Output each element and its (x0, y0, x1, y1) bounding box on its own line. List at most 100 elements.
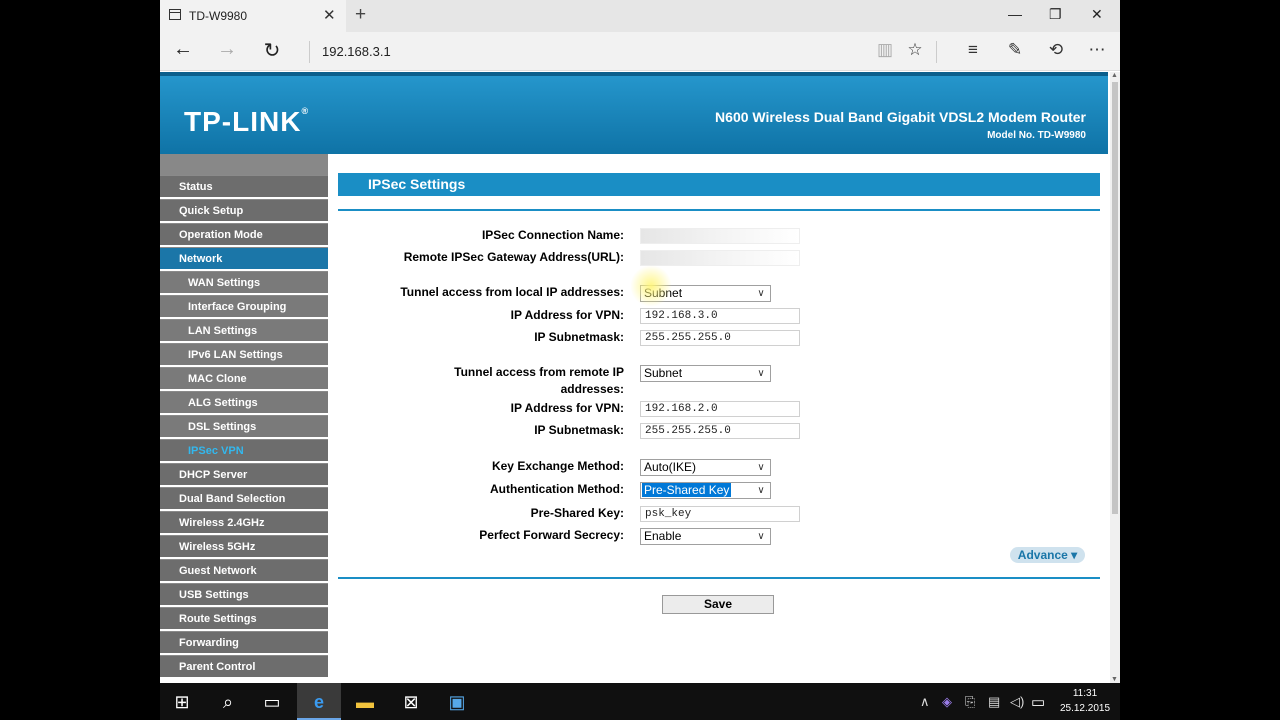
page-scrollbar[interactable]: ▲ ▼ (1110, 72, 1120, 683)
psk-row: Pre-Shared Key: psk_key (338, 506, 1100, 524)
sidebar-item-wireless-24ghz[interactable]: Wireless 2.4GHz (160, 511, 328, 533)
sidebar-item-guest-network[interactable]: Guest Network (160, 559, 328, 581)
local-ip-label: IP Address for VPN: (510, 308, 624, 322)
remote-ip-input[interactable]: 192.168.2.0 (640, 401, 800, 417)
pfs-label: Perfect Forward Secrecy: (479, 528, 624, 542)
tab-title: TD-W9980 (189, 9, 248, 23)
hub-icon[interactable]: ≡ (960, 40, 986, 60)
router-page: TP-LINK® N600 Wireless Dual Band Gigabit… (160, 72, 1110, 683)
key-exchange-select[interactable]: Auto(IKE) ∨ (640, 459, 771, 476)
forward-icon[interactable]: → (212, 38, 242, 61)
volume-icon[interactable]: ◁) (1010, 694, 1024, 710)
sidebar-item-quick-setup[interactable]: Quick Setup (160, 199, 328, 221)
local-access-row: Tunnel access from local IP addresses: S… (338, 285, 1100, 303)
separator (309, 41, 310, 63)
model-number: Model No. TD-W9980 (987, 130, 1086, 141)
pfs-select[interactable]: Enable ∨ (640, 528, 771, 545)
local-mask-input[interactable]: 255.255.255.0 (640, 330, 800, 346)
search-icon[interactable]: ⌕ (216, 690, 240, 714)
reading-view-icon[interactable]: ▥ (872, 40, 898, 60)
connection-name-row: IPSec Connection Name: (338, 228, 1100, 246)
sidebar-item-ipsec-vpn[interactable]: IPSec VPN (160, 439, 328, 461)
psk-input[interactable]: psk_key (640, 506, 800, 522)
close-tab-icon[interactable]: ✕ (323, 6, 336, 24)
sidebar-item-wireless-5ghz[interactable]: Wireless 5GHz (160, 535, 328, 557)
sidebar-item-dsl-settings[interactable]: DSL Settings (160, 415, 328, 437)
remote-access-label-line1: Tunnel access from remote IP (454, 365, 624, 379)
remote-mask-row: IP Subnetmask: 255.255.255.0 (338, 423, 1100, 441)
tray-device-icon[interactable]: ⎘ (965, 694, 975, 710)
save-button[interactable]: Save (662, 595, 774, 614)
local-mask-row: IP Subnetmask: 255.255.255.0 (338, 330, 1100, 348)
clock-date: 25.12.2015 (1059, 703, 1111, 714)
auth-method-select[interactable]: Pre-Shared Key ∨ (640, 482, 771, 499)
sidebar-item-parent-control[interactable]: Parent Control (160, 655, 328, 677)
sidebar-item-route-settings[interactable]: Route Settings (160, 607, 328, 629)
favorite-star-icon[interactable]: ☆ (902, 40, 928, 60)
browser-tab[interactable]: TD-W9980 ✕ (160, 0, 346, 32)
sidebar-item-interface-grouping[interactable]: Interface Grouping (160, 295, 328, 317)
sidebar-top-bar (160, 154, 328, 175)
action-center-icon[interactable]: ▭ (1031, 693, 1045, 711)
url-field[interactable]: 192.168.3.1 (322, 44, 391, 59)
task-view-icon[interactable]: ▭ (260, 690, 284, 714)
maximize-button[interactable]: ❐ (1049, 6, 1062, 23)
router-header: TP-LINK® N600 Wireless Dual Band Gigabit… (160, 72, 1108, 154)
sidebar-item-wan-settings[interactable]: WAN Settings (160, 271, 328, 293)
sidebar-item-ipv6-lan-settings[interactable]: IPv6 LAN Settings (160, 343, 328, 365)
scroll-up-icon[interactable]: ▲ (1111, 72, 1118, 79)
windows-taskbar: ⊞ ⌕ ▭ e ▬ ⊠ ▣ ∧ ◈ ⎘ ▤ ◁) ▭ 11:31 25.12.2… (160, 683, 1120, 720)
show-hidden-icons-icon[interactable]: ∧ (920, 694, 930, 710)
chevron-down-icon: ∨ (757, 485, 765, 496)
scrollbar-thumb[interactable] (1112, 82, 1118, 514)
new-tab-button[interactable]: + (355, 4, 366, 26)
share-icon[interactable]: ⟲ (1043, 40, 1069, 60)
sidebar-item-forwarding[interactable]: Forwarding (160, 631, 328, 653)
sidebar-item-dual-band-selection[interactable]: Dual Band Selection (160, 487, 328, 509)
refresh-icon[interactable]: ↻ (257, 38, 287, 63)
remote-ip-label: IP Address for VPN: (510, 401, 624, 415)
remote-access-row: Tunnel access from remote IP addresses: … (338, 365, 1100, 399)
sidebar-item-operation-mode[interactable]: Operation Mode (160, 223, 328, 245)
web-note-icon[interactable]: ✎ (1002, 40, 1028, 60)
remote-access-label-line2: addresses: (560, 382, 624, 396)
scroll-down-icon[interactable]: ▼ (1111, 676, 1118, 683)
remote-gateway-input[interactable] (640, 250, 800, 266)
sidebar-item-network[interactable]: Network (160, 247, 328, 269)
chevron-down-icon: ∨ (757, 368, 765, 379)
back-icon[interactable]: ← (168, 38, 198, 61)
local-ip-input[interactable]: 192.168.3.0 (640, 308, 800, 324)
remote-access-select[interactable]: Subnet ∨ (640, 365, 771, 382)
key-exchange-row: Key Exchange Method: Auto(IKE) ∨ (338, 459, 1100, 477)
network-icon[interactable]: ▤ (988, 694, 1000, 710)
chevron-down-icon: ∨ (757, 462, 765, 473)
app-icon[interactable]: ▣ (445, 690, 469, 714)
product-name: N600 Wireless Dual Band Gigabit VDSL2 Mo… (715, 109, 1086, 125)
psk-label: Pre-Shared Key: (530, 506, 624, 520)
remote-mask-input[interactable]: 255.255.255.0 (640, 423, 800, 439)
more-icon[interactable]: ⋯ (1084, 40, 1110, 60)
advance-button[interactable]: Advance ▾ (1010, 547, 1085, 563)
file-explorer-icon[interactable]: ▬ (353, 690, 377, 714)
sidebar-item-mac-clone[interactable]: MAC Clone (160, 367, 328, 389)
chevron-down-icon: ∨ (757, 531, 765, 542)
local-access-label: Tunnel access from local IP addresses: (400, 285, 624, 299)
sidebar-item-usb-settings[interactable]: USB Settings (160, 583, 328, 605)
sidebar-item-status[interactable]: Status (160, 175, 328, 197)
sidebar-item-lan-settings[interactable]: LAN Settings (160, 319, 328, 341)
section-title: IPSec Settings (338, 173, 1100, 196)
edge-browser-icon[interactable]: e (307, 690, 331, 714)
local-mask-label: IP Subnetmask: (534, 330, 624, 344)
tab-bar: TD-W9980 ✕ + — ❐ ✕ (160, 0, 1120, 32)
mouse-cursor-highlight (630, 265, 672, 307)
minimize-button[interactable]: — (1008, 6, 1022, 22)
key-exchange-label: Key Exchange Method: (491, 459, 624, 473)
taskbar-clock[interactable]: 11:31 25.12.2015 (1057, 686, 1113, 716)
sidebar-item-dhcp-server[interactable]: DHCP Server (160, 463, 328, 485)
sidebar-item-alg-settings[interactable]: ALG Settings (160, 391, 328, 413)
store-icon[interactable]: ⊠ (399, 690, 423, 714)
windows-start-icon[interactable]: ⊞ (170, 690, 194, 714)
tray-app-icon[interactable]: ◈ (942, 694, 952, 710)
close-window-button[interactable]: ✕ (1091, 6, 1103, 23)
connection-name-input[interactable] (640, 228, 800, 244)
